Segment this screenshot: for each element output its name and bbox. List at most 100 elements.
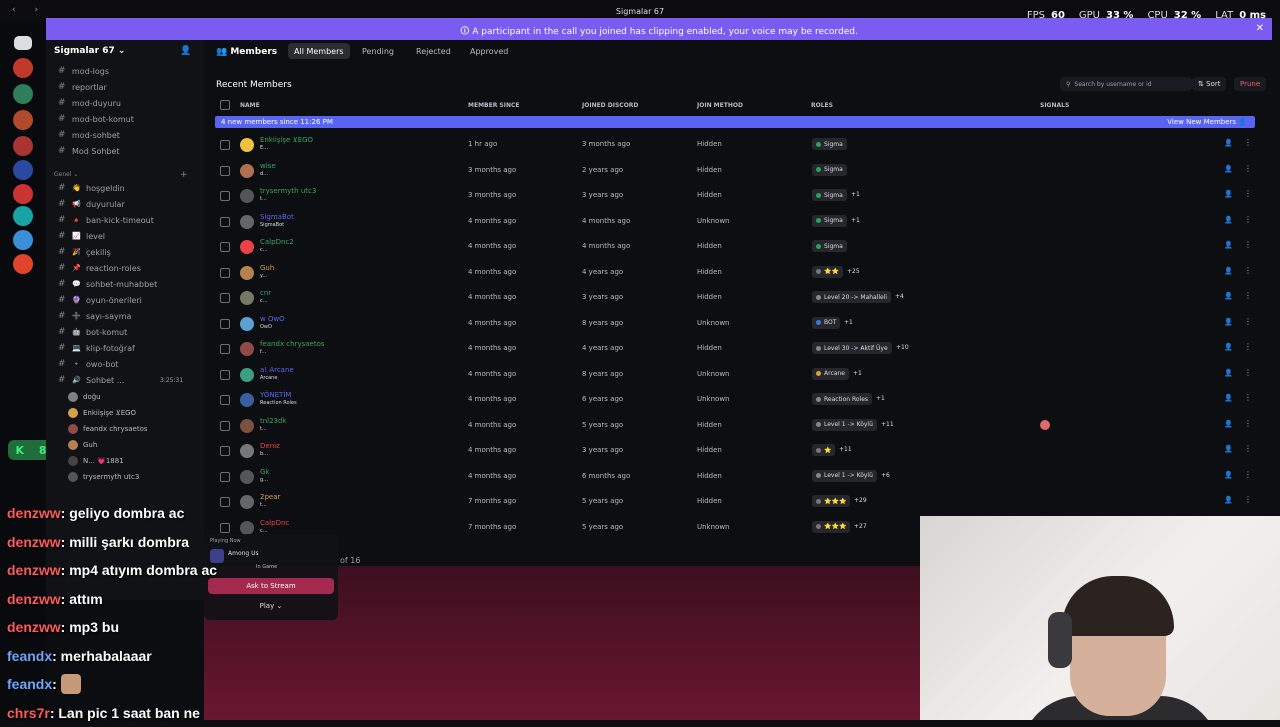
member-name[interactable]: w OwO: [260, 315, 285, 323]
table-row[interactable]: tnl23dkt...4 months ago5 years agoHidden…: [216, 413, 1256, 438]
role-pill[interactable]: Sigma: [812, 215, 847, 227]
more-options-icon[interactable]: ⋮: [1244, 240, 1252, 249]
tab-rejected[interactable]: Rejected: [410, 43, 457, 59]
server-icon[interactable]: [13, 84, 33, 104]
more-options-icon[interactable]: ⋮: [1244, 419, 1252, 428]
table-row[interactable]: SigmaBotSigmaBot4 months ago4 months ago…: [216, 209, 1256, 234]
more-options-icon[interactable]: ⋮: [1244, 368, 1252, 377]
member-profile-icon[interactable]: 👤: [1224, 139, 1233, 147]
more-options-icon[interactable]: ⋮: [1244, 266, 1252, 275]
col-member-since[interactable]: MEMBER SINCE: [468, 102, 520, 109]
server-icon[interactable]: [13, 230, 33, 250]
tab-pending[interactable]: Pending: [356, 43, 400, 59]
member-name[interactable]: a! Arcane: [260, 366, 294, 374]
member-name[interactable]: YÖNETİM: [260, 391, 291, 399]
member-name[interactable]: trysermyth utc3: [260, 187, 316, 195]
channel-item[interactable]: #📌reaction-roles: [58, 261, 141, 275]
channel-item[interactable]: #🎉çekiliş: [58, 245, 111, 259]
select-all-checkbox[interactable]: [220, 100, 230, 110]
more-roles-count[interactable]: +25: [847, 268, 860, 275]
member-name[interactable]: wise: [260, 162, 276, 170]
add-channel-icon[interactable]: +: [180, 170, 188, 180]
role-pill[interactable]: BOT: [812, 317, 840, 329]
member-name[interactable]: Gk: [260, 468, 269, 476]
more-roles-count[interactable]: +11: [881, 421, 894, 428]
more-options-icon[interactable]: ⋮: [1244, 189, 1252, 198]
server-icon[interactable]: [13, 160, 33, 180]
table-row[interactable]: CalpDnc2c...4 months ago4 months agoHidd…: [216, 234, 1256, 259]
row-checkbox[interactable]: [220, 293, 230, 303]
voice-user[interactable]: trysermyth utc3: [68, 470, 139, 484]
member-profile-icon[interactable]: 👤: [1224, 445, 1233, 453]
row-checkbox[interactable]: [220, 217, 230, 227]
more-options-icon[interactable]: ⋮: [1244, 138, 1252, 147]
table-row[interactable]: YÖNETİMReaction Roles4 months ago6 years…: [216, 387, 1256, 412]
more-options-icon[interactable]: ⋮: [1244, 317, 1252, 326]
search-input[interactable]: ⚲Search by username or id: [1060, 77, 1192, 91]
role-pill[interactable]: Arcane: [812, 368, 849, 380]
row-checkbox[interactable]: [220, 242, 230, 252]
row-checkbox[interactable]: [220, 395, 230, 405]
more-roles-count[interactable]: +1: [876, 395, 885, 402]
discord-logo-icon[interactable]: [14, 36, 32, 50]
col-joined-discord[interactable]: JOINED DISCORD: [582, 102, 638, 109]
role-pill[interactable]: ⭐⭐⭐: [812, 495, 850, 507]
table-row[interactable]: cnrc...4 months ago3 years agoHiddenLeve…: [216, 285, 1256, 310]
row-checkbox[interactable]: [220, 421, 230, 431]
member-profile-icon[interactable]: 👤: [1224, 496, 1233, 504]
channel-item[interactable]: #mod-duyuru: [58, 96, 121, 110]
member-profile-icon[interactable]: 👤: [1224, 165, 1233, 173]
role-pill[interactable]: Level 1 -> Köylü: [812, 419, 877, 431]
member-profile-icon[interactable]: 👤: [1224, 318, 1233, 326]
member-name[interactable]: CalpDnc: [260, 519, 289, 527]
more-options-icon[interactable]: ⋮: [1244, 495, 1252, 504]
col-join-method[interactable]: JOIN METHOD: [697, 102, 743, 109]
channel-item[interactable]: #➕sayı-sayma: [58, 309, 131, 323]
more-options-icon[interactable]: ⋮: [1244, 444, 1252, 453]
row-checkbox[interactable]: [220, 140, 230, 150]
role-pill[interactable]: Reaction Roles: [812, 393, 872, 405]
voice-user[interactable]: N... 💗1881: [68, 454, 124, 468]
role-pill[interactable]: Level 30 -> Aktif Üye: [812, 342, 892, 354]
view-new-members-link[interactable]: View New Members 👤: [1167, 118, 1247, 126]
more-roles-count[interactable]: +29: [854, 497, 867, 504]
row-checkbox[interactable]: [220, 191, 230, 201]
member-name[interactable]: SigmaBot: [260, 213, 294, 221]
table-row[interactable]: trysermyth utc3t...3 months ago3 years a…: [216, 183, 1256, 208]
channel-item[interactable]: #mod-logs: [58, 64, 109, 78]
server-icon[interactable]: [13, 206, 33, 226]
channel-item[interactable]: #mod-bot-komut: [58, 112, 134, 126]
channel-item[interactable]: #🤖bot-komut: [58, 325, 127, 339]
row-checkbox[interactable]: [220, 472, 230, 482]
member-name[interactable]: tnl23dk: [260, 417, 287, 425]
row-checkbox[interactable]: [220, 268, 230, 278]
col-signals[interactable]: SIGNALS: [1040, 102, 1069, 109]
channel-item[interactable]: #🔹owo-bot: [58, 357, 118, 371]
more-options-icon[interactable]: ⋮: [1244, 164, 1252, 173]
role-pill[interactable]: Sigma: [812, 240, 847, 252]
member-profile-icon[interactable]: 👤: [1224, 292, 1233, 300]
channel-item[interactable]: #🔮oyun-önerileri: [58, 293, 142, 307]
more-roles-count[interactable]: +6: [881, 472, 890, 479]
member-profile-icon[interactable]: 👤: [1224, 394, 1233, 402]
more-roles-count[interactable]: +11: [839, 446, 852, 453]
close-icon[interactable]: ✕: [1256, 23, 1264, 34]
member-profile-icon[interactable]: 👤: [1224, 369, 1233, 377]
tab-all-members[interactable]: All Members: [288, 43, 350, 59]
member-name[interactable]: 2pear: [260, 493, 280, 501]
more-roles-count[interactable]: +4: [895, 293, 904, 300]
more-roles-count[interactable]: +1: [851, 217, 860, 224]
voice-user[interactable]: feandx chrysaetos: [68, 422, 148, 436]
channel-item[interactable]: #💻klip-fotoğraf: [58, 341, 135, 355]
role-pill[interactable]: Sigma: [812, 164, 847, 176]
category-genel[interactable]: Genel ⌄: [54, 171, 78, 178]
member-name[interactable]: Enkiişişe ⊻EGO: [260, 136, 313, 144]
prune-button[interactable]: Prune: [1234, 77, 1266, 91]
server-icon[interactable]: [13, 136, 33, 156]
table-row[interactable]: 2peart...7 months ago5 years agoHidden⭐⭐…: [216, 489, 1256, 514]
channel-item[interactable]: #reportlar: [58, 80, 107, 94]
channel-item[interactable]: #mod-sohbet: [58, 128, 120, 142]
role-pill[interactable]: ⭐: [812, 444, 835, 456]
member-profile-icon[interactable]: 👤: [1224, 343, 1233, 351]
row-checkbox[interactable]: [220, 344, 230, 354]
